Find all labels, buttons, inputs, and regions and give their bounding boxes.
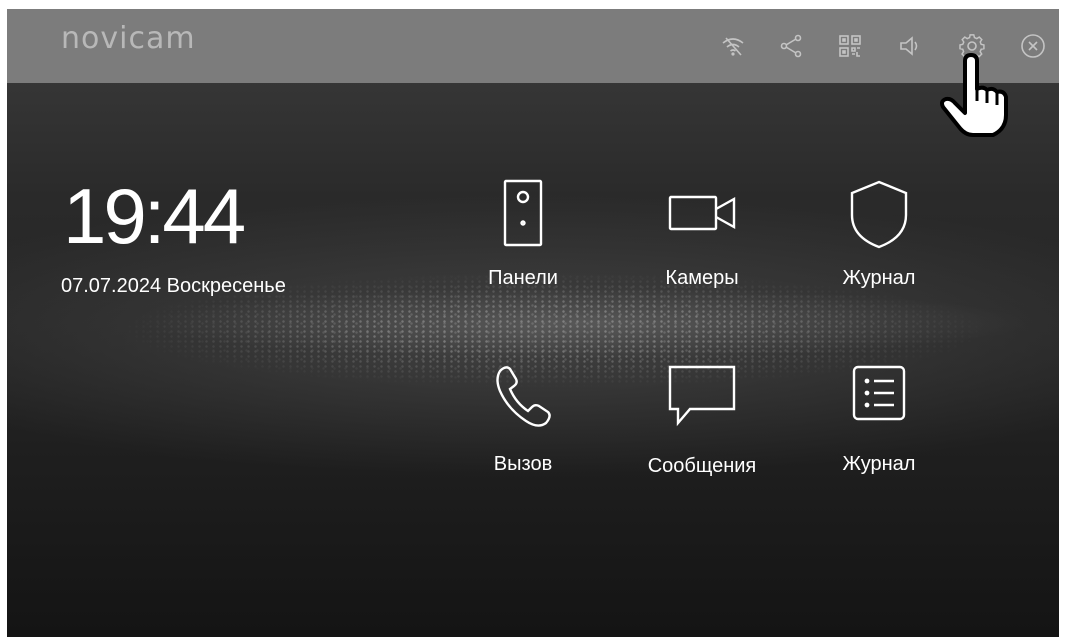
qr-code-icon[interactable] <box>837 33 863 59</box>
door-panel-icon <box>503 179 543 247</box>
tile-label: Сообщения <box>647 455 757 477</box>
share-icon[interactable] <box>778 33 804 59</box>
tile-label: Панели <box>488 267 558 289</box>
tile-label: Вызов <box>493 453 553 475</box>
clock-time: 19:44 <box>63 172 246 260</box>
tile-call[interactable]: Вызов <box>448 361 598 475</box>
wifi-off-icon[interactable] <box>720 33 746 59</box>
camera-icon <box>668 195 736 231</box>
message-icon <box>668 365 736 427</box>
pointer-hand-icon <box>940 53 1008 137</box>
close-icon[interactable] <box>1020 33 1046 59</box>
list-icon <box>852 365 906 421</box>
tile-journal[interactable]: Журнал <box>804 179 954 289</box>
tile-label: Журнал <box>842 453 916 475</box>
top-bar: novicam <box>7 9 1059 83</box>
tile-cameras[interactable]: Камеры <box>627 179 777 289</box>
clock-date: 07.07.2024 Воскресенье <box>61 275 286 297</box>
shield-icon <box>850 180 908 249</box>
tile-label: Камеры <box>665 267 739 289</box>
volume-icon[interactable] <box>897 33 923 59</box>
tile-journal-list[interactable]: Журнал <box>804 361 954 475</box>
intercom-screen: novicam 19:44 07.07.2024 Воскресенье Пан… <box>7 9 1059 637</box>
tile-label: Журнал <box>842 267 916 289</box>
tile-messages[interactable]: Сообщения <box>627 361 777 477</box>
phone-icon <box>496 366 551 427</box>
tile-panels[interactable]: Панели <box>448 179 598 289</box>
brand-logo: novicam <box>61 21 196 56</box>
